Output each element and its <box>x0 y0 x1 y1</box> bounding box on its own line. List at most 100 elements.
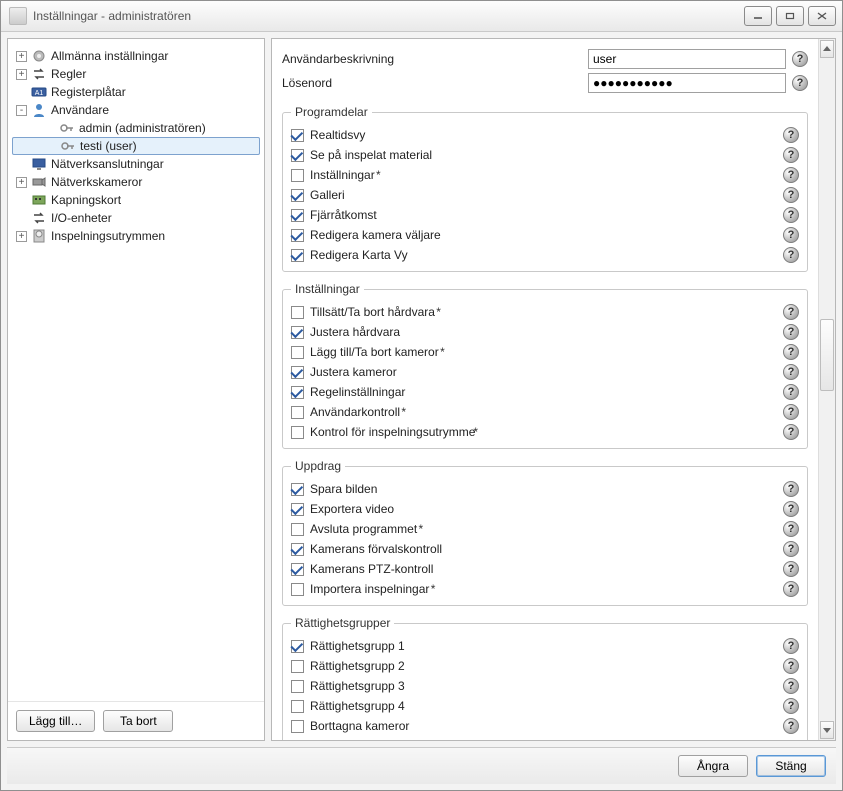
tree-item[interactable]: I/O-enheter <box>12 209 260 227</box>
card-icon <box>31 193 47 207</box>
restricted-star-icon: * <box>427 582 435 596</box>
permission-checkbox[interactable] <box>291 503 304 516</box>
permission-checkbox[interactable] <box>291 426 304 439</box>
permission-label: Redigera kamera väljare <box>310 228 777 242</box>
help-icon[interactable]: ? <box>783 404 799 420</box>
tree-item[interactable]: +Inspelningsutrymmen <box>12 227 260 245</box>
help-icon[interactable]: ? <box>783 718 799 734</box>
tree-item[interactable]: +Nätverkskameror <box>12 173 260 191</box>
help-icon[interactable]: ? <box>783 127 799 143</box>
close-dialog-button[interactable]: Stäng <box>756 755 826 777</box>
minimize-button[interactable] <box>744 6 772 26</box>
maximize-button[interactable] <box>776 6 804 26</box>
scroll-track[interactable] <box>819 59 835 720</box>
help-icon[interactable]: ? <box>783 207 799 223</box>
permission-checkbox[interactable] <box>291 583 304 596</box>
help-icon[interactable]: ? <box>783 501 799 517</box>
help-icon[interactable]: ? <box>783 227 799 243</box>
help-icon[interactable]: ? <box>783 481 799 497</box>
help-icon[interactable]: ? <box>783 167 799 183</box>
permission-checkbox[interactable] <box>291 660 304 673</box>
permission-checkbox[interactable] <box>291 129 304 142</box>
tree-item[interactable]: +Allmänna inställningar <box>12 47 260 65</box>
undo-button[interactable]: Ångra <box>678 755 748 777</box>
permission-checkbox[interactable] <box>291 720 304 733</box>
help-icon[interactable]: ? <box>783 424 799 440</box>
collapse-icon[interactable]: - <box>16 105 27 116</box>
help-icon[interactable]: ? <box>783 324 799 340</box>
help-icon[interactable]: ? <box>792 51 808 67</box>
permission-checkbox[interactable] <box>291 209 304 222</box>
help-icon[interactable]: ? <box>783 521 799 537</box>
restricted-star-icon: * <box>473 425 478 439</box>
close-button[interactable] <box>808 6 836 26</box>
restricted-star-icon: * <box>433 305 441 319</box>
permission-row: Exportera video? <box>291 499 799 519</box>
permission-label: Regelinställningar <box>310 385 777 399</box>
expand-icon[interactable]: + <box>16 51 27 62</box>
help-icon[interactable]: ? <box>783 364 799 380</box>
help-icon[interactable]: ? <box>783 304 799 320</box>
user-description-input[interactable] <box>588 49 786 69</box>
permission-checkbox[interactable] <box>291 326 304 339</box>
permission-checkbox[interactable] <box>291 386 304 399</box>
help-icon[interactable]: ? <box>783 247 799 263</box>
scroll-up-button[interactable] <box>820 40 834 58</box>
permission-checkbox[interactable] <box>291 149 304 162</box>
add-button[interactable]: Lägg till… <box>16 710 95 732</box>
help-icon[interactable]: ? <box>792 75 808 91</box>
permission-checkbox[interactable] <box>291 306 304 319</box>
permission-checkbox[interactable] <box>291 543 304 556</box>
scroll-thumb[interactable] <box>820 319 834 391</box>
permission-row: Justera kameror? <box>291 362 799 382</box>
remove-button[interactable]: Ta bort <box>103 710 173 732</box>
help-icon[interactable]: ? <box>783 581 799 597</box>
permission-checkbox[interactable] <box>291 189 304 202</box>
expand-placeholder <box>44 123 55 134</box>
help-icon[interactable]: ? <box>783 561 799 577</box>
permission-checkbox[interactable] <box>291 563 304 576</box>
window-title: Inställningar - administratören <box>33 9 744 23</box>
help-icon[interactable]: ? <box>783 344 799 360</box>
password-input[interactable] <box>588 73 786 93</box>
tree-item-label: I/O-enheter <box>51 211 112 225</box>
permission-checkbox[interactable] <box>291 700 304 713</box>
help-icon[interactable]: ? <box>783 658 799 674</box>
permission-label: Fjärråtkomst <box>310 208 777 222</box>
tree-item[interactable]: -Användare <box>12 101 260 119</box>
permission-checkbox[interactable] <box>291 523 304 536</box>
permission-checkbox[interactable] <box>291 406 304 419</box>
permission-checkbox[interactable] <box>291 640 304 653</box>
help-icon[interactable]: ? <box>783 541 799 557</box>
permission-checkbox[interactable] <box>291 229 304 242</box>
tree-item[interactable]: +Regler <box>12 65 260 83</box>
permission-checkbox[interactable] <box>291 346 304 359</box>
permission-checkbox[interactable] <box>291 483 304 496</box>
scroll-down-button[interactable] <box>820 721 834 739</box>
tree-item[interactable]: testi (user) <box>12 137 260 155</box>
help-icon[interactable]: ? <box>783 187 799 203</box>
tree-item[interactable]: Nätverksanslutningar <box>12 155 260 173</box>
permission-checkbox[interactable] <box>291 366 304 379</box>
expand-icon[interactable]: + <box>16 231 27 242</box>
help-icon[interactable]: ? <box>783 638 799 654</box>
help-icon[interactable]: ? <box>783 147 799 163</box>
close-icon <box>817 12 827 20</box>
permission-label: Rättighetsgrupp 2 <box>310 659 777 673</box>
permission-checkbox[interactable] <box>291 249 304 262</box>
permission-row: Redigera kamera väljare? <box>291 225 799 245</box>
permission-checkbox[interactable] <box>291 680 304 693</box>
expand-icon[interactable]: + <box>16 177 27 188</box>
tree-item[interactable]: Kapningskort <box>12 191 260 209</box>
permission-checkbox[interactable] <box>291 169 304 182</box>
help-icon[interactable]: ? <box>783 678 799 694</box>
vertical-scrollbar[interactable] <box>818 39 835 740</box>
permission-label: Redigera Karta Vy <box>310 248 777 262</box>
settings-tree[interactable]: +Allmänna inställningar+ReglerA1Register… <box>8 39 264 701</box>
expand-icon[interactable]: + <box>16 69 27 80</box>
permission-group: UppdragSpara bilden?Exportera video?Avsl… <box>282 459 808 606</box>
help-icon[interactable]: ? <box>783 384 799 400</box>
help-icon[interactable]: ? <box>783 698 799 714</box>
tree-item[interactable]: admin (administratören) <box>12 119 260 137</box>
tree-item[interactable]: A1Registerplåtar <box>12 83 260 101</box>
